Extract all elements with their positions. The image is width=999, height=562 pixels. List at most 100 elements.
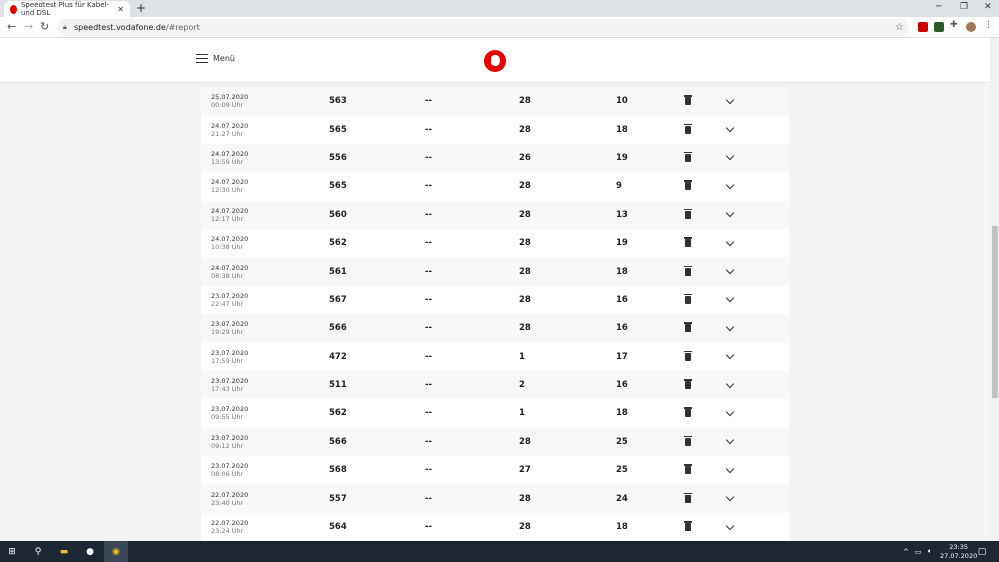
date-cell: 23.07.2020 08:06 Uhr (211, 456, 248, 484)
table-row[interactable]: 24.07.2020 10:38 Uhr 562 -- 28 19 (201, 228, 789, 258)
delete-button[interactable] (684, 172, 692, 200)
date: 24.07.2020 (211, 206, 249, 215)
avatar[interactable] (966, 22, 976, 32)
menu-label: Menü (213, 54, 235, 63)
notifications-icon[interactable]: ▢ (975, 541, 989, 562)
file-explorer-icon[interactable]: ▬ (52, 541, 76, 562)
expand-button[interactable] (725, 371, 735, 399)
table-row[interactable]: 23.07.2020 19:29 Uhr 566 -- 28 16 (201, 314, 789, 343)
expand-button[interactable] (725, 456, 735, 484)
table-row[interactable]: 22.07.2020 23:40 Uhr 557 -- 28 24 (201, 484, 789, 513)
extension-icon[interactable] (934, 22, 944, 32)
table-row[interactable]: 23.07.2020 22:47 Uhr 567 -- 28 16 (201, 285, 789, 315)
expand-button[interactable] (725, 257, 735, 285)
clock[interactable]: 23:35 27.07.2020 (940, 543, 977, 561)
delete-button[interactable] (684, 229, 692, 257)
close-tab-icon[interactable]: ✕ (117, 5, 124, 14)
download-value: 472 (329, 351, 347, 362)
network-icon[interactable]: ▭ (912, 541, 924, 562)
ping-value: -- (425, 380, 433, 391)
table-row[interactable]: 24.07.2020 21:27 Uhr 565 -- 28 18 (201, 115, 789, 144)
expand-button[interactable] (725, 286, 735, 314)
new-tab-button[interactable]: + (136, 1, 146, 15)
delete-button[interactable] (684, 399, 692, 427)
trash-icon (684, 435, 692, 446)
expand-button[interactable] (725, 229, 735, 257)
volume-icon[interactable]: 🔈︎ (924, 541, 936, 562)
delete-button[interactable] (684, 286, 692, 314)
expand-button[interactable] (725, 484, 735, 512)
delete-button[interactable] (684, 428, 692, 456)
table-row[interactable]: 24.07.2020 08:38 Uhr 561 -- 28 18 (201, 257, 789, 286)
clock-date: 27.07.2020 (940, 552, 978, 560)
delete-button[interactable] (684, 343, 692, 371)
expand-button[interactable] (725, 144, 735, 172)
time: 23:24 Uhr (211, 527, 244, 536)
expand-button[interactable] (725, 172, 735, 200)
menu-button[interactable]: Menü (196, 54, 235, 63)
delete-button[interactable] (684, 115, 692, 143)
delete-button[interactable] (684, 257, 692, 285)
tray-chevron-icon[interactable]: ^ (900, 541, 912, 562)
table-row[interactable]: 23.07.2020 09:12 Uhr 566 -- 28 25 (201, 427, 789, 457)
upload-value: 1 (519, 408, 525, 419)
delete-button[interactable] (684, 513, 692, 541)
search-icon[interactable]: ⚲ (26, 541, 50, 562)
delete-button[interactable] (684, 484, 692, 512)
expand-button[interactable] (725, 201, 735, 229)
table-row[interactable]: 24.07.2020 13:59 Uhr 556 -- 26 19 (201, 143, 789, 173)
delete-button[interactable] (684, 201, 692, 229)
puzzle-icon[interactable]: ✚ (950, 20, 960, 30)
delete-button[interactable] (684, 456, 692, 484)
expand-button[interactable] (725, 314, 735, 342)
delete-button[interactable] (684, 87, 692, 115)
table-row[interactable]: 24.07.2020 12:17 Uhr 560 -- 28 13 (201, 200, 789, 229)
date-cell: 24.07.2020 13:59 Uhr (211, 144, 248, 172)
date: 25.07.2020 (211, 93, 249, 102)
table-row[interactable]: 23.07.2020 08:06 Uhr 568 -- 27 25 (201, 456, 789, 485)
extension-icon[interactable] (918, 22, 928, 32)
table-row[interactable]: 23.07.2020 09:55 Uhr 562 -- 1 18 (201, 399, 789, 428)
trash-icon (684, 464, 692, 475)
date: 24.07.2020 (211, 121, 249, 130)
close-window-icon[interactable]: ✕ (984, 2, 992, 12)
vodafone-logo[interactable] (484, 50, 506, 72)
scrollbar-thumb[interactable] (992, 226, 998, 398)
tab-title: Speedtest Plus für Kabel- und DSL (20, 1, 110, 17)
table-row[interactable]: 23.07.2020 17:59 Uhr 472 -- 1 17 (201, 342, 789, 371)
expand-button[interactable] (725, 343, 735, 371)
table-row[interactable]: 23.07.2020 17:43 Uhr 511 -- 2 16 (201, 370, 789, 400)
scrollbar[interactable] (990, 38, 999, 541)
table-row[interactable]: 22.07.2020 23:24 Uhr 564 -- 28 18 (201, 512, 789, 542)
minimize-icon[interactable]: ─ (936, 2, 941, 12)
reload-icon[interactable]: ↻ (40, 20, 49, 33)
expand-button[interactable] (725, 399, 735, 427)
trash-icon (684, 350, 692, 361)
table-row[interactable]: 25.07.2020 00:09 Uhr 563 -- 28 10 (201, 87, 789, 116)
download-value: 556 (329, 152, 347, 163)
expand-button[interactable] (725, 115, 735, 143)
date-cell: 23.07.2020 17:59 Uhr (211, 343, 248, 371)
expand-button[interactable] (725, 513, 735, 541)
expand-button[interactable] (725, 87, 735, 115)
windows-start-icon[interactable]: ⊞ (0, 541, 24, 562)
chrome-icon[interactable]: ◉ (104, 541, 128, 562)
jitter-value: 18 (616, 408, 628, 419)
url-input[interactable]: 🔒︎ speedtest.vodafone.de/#report ☆ (58, 19, 908, 36)
date: 23.07.2020 (211, 462, 249, 471)
browser-tab[interactable]: Speedtest Plus für Kabel- und DSL ✕ (4, 1, 130, 17)
more-menu-icon[interactable]: ⋮ (984, 20, 994, 30)
back-icon[interactable]: ← (7, 20, 16, 33)
expand-button[interactable] (725, 428, 735, 456)
app-icon[interactable]: ● (78, 541, 102, 562)
bookmark-star-icon[interactable]: ☆ (895, 19, 904, 36)
delete-button[interactable] (684, 314, 692, 342)
table-row[interactable]: 24.07.2020 12:30 Uhr 565 -- 28 9 (201, 172, 789, 201)
jitter-value: 25 (616, 436, 628, 447)
jitter-value: 16 (616, 294, 628, 305)
download-value: 564 (329, 522, 347, 533)
delete-button[interactable] (684, 371, 692, 399)
maximize-icon[interactable]: ❐ (960, 2, 968, 12)
delete-button[interactable] (684, 144, 692, 172)
forward-icon[interactable]: → (24, 20, 33, 33)
